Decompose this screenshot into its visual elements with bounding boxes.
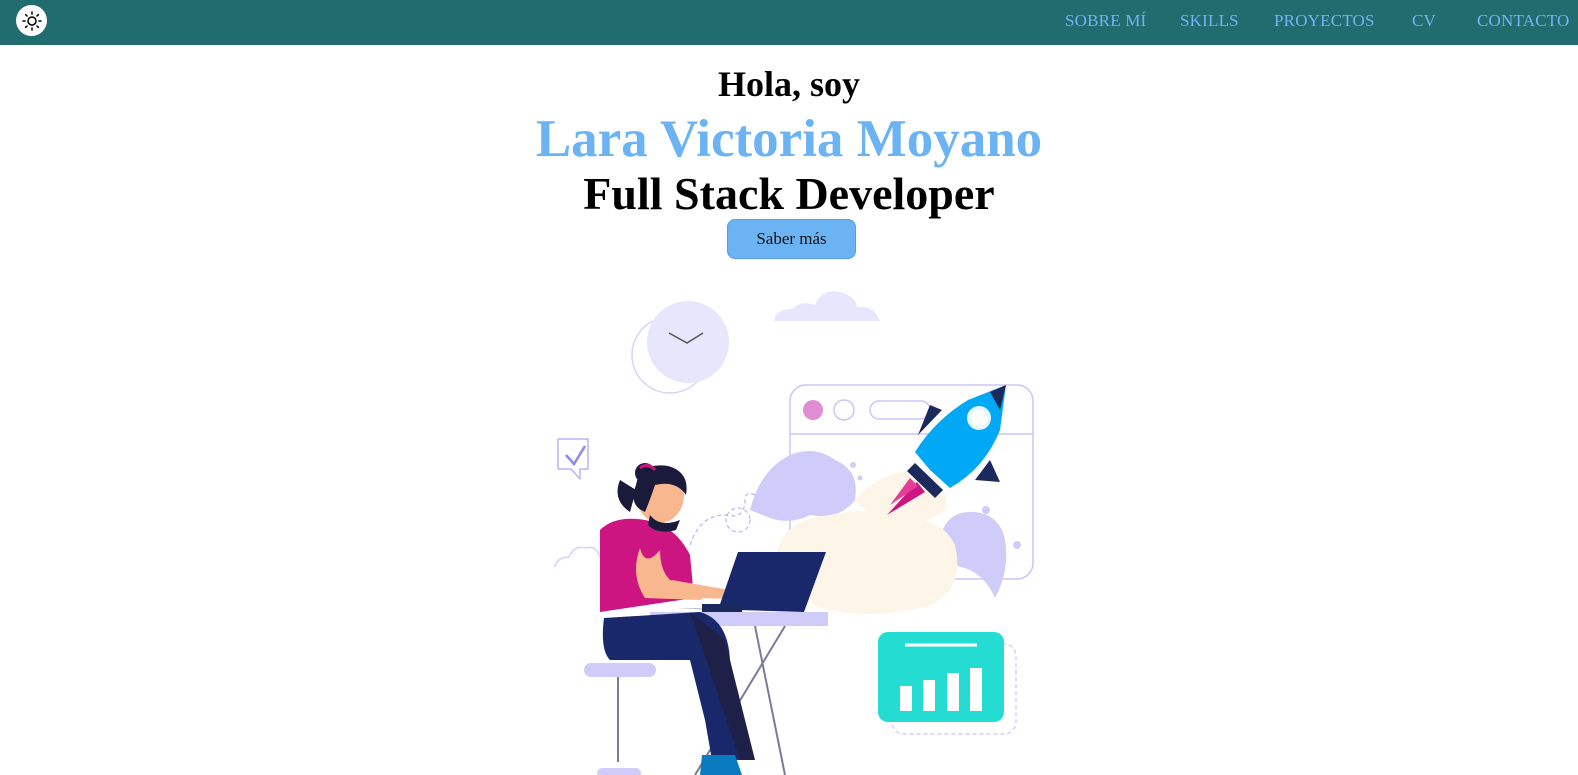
checkmark-bubble-icon	[557, 438, 589, 480]
hero-illustration	[554, 291, 1034, 775]
chair	[584, 663, 656, 775]
cloud-icon	[774, 291, 880, 321]
rocket-icon	[887, 385, 1006, 515]
dashed-path	[689, 492, 756, 546]
bar-chart-card-icon	[878, 632, 1017, 735]
clock-icon	[631, 301, 729, 394]
